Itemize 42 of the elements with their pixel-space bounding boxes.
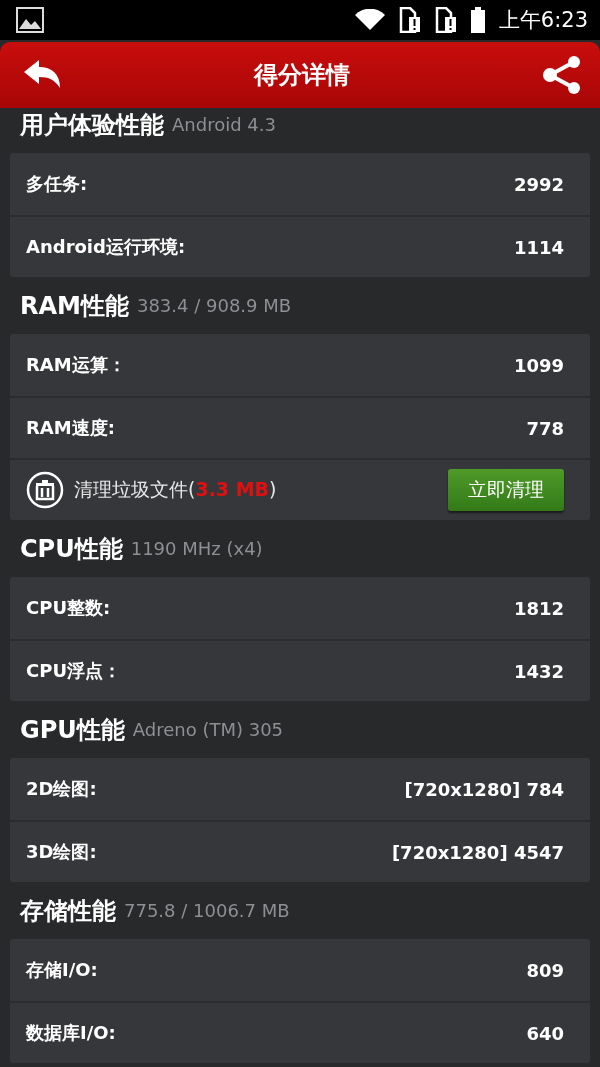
score-label: 3D绘图:: [26, 840, 97, 864]
section-subtitle: 1190 MHz (x4): [130, 538, 263, 559]
score-label: Android运行环境:: [26, 235, 186, 259]
section-title: 存储性能: [20, 895, 116, 927]
score-label: 多任务:: [26, 172, 88, 196]
section-title: RAM性能: [20, 290, 129, 322]
score-value: 1114: [513, 236, 564, 258]
section-subtitle: Android 4.3: [172, 114, 276, 135]
score-label: CPU浮点：: [26, 659, 122, 683]
sim-card-icon: [434, 7, 457, 33]
status-time: 上午6:23: [498, 7, 588, 34]
junk-files-text: 清理垃圾文件(3.3 MB): [74, 477, 278, 502]
score-label: 存储I/O:: [26, 958, 98, 982]
wifi-icon: [354, 9, 385, 31]
score-value: 640: [526, 1022, 564, 1044]
score-value: 1099: [513, 354, 564, 376]
score-label: RAM运算：: [26, 353, 126, 377]
score-value: 2992: [513, 173, 564, 195]
score-label: RAM速度:: [26, 416, 115, 440]
score-value: 1432: [513, 660, 564, 682]
section-title: CPU性能: [20, 533, 123, 565]
section-title: GPU性能: [20, 714, 125, 746]
image-icon: [16, 7, 44, 33]
share-icon[interactable]: [542, 56, 582, 94]
section-subtitle: 383.4 / 908.9 MB: [136, 295, 292, 316]
score-value: [720x1280] 4547: [391, 841, 564, 863]
clean-now-button[interactable]: 立即清理: [448, 469, 564, 511]
score-value: 778: [526, 417, 564, 439]
score-value: 809: [526, 959, 564, 981]
back-icon[interactable]: [24, 60, 62, 90]
battery-icon: [470, 7, 485, 33]
section-subtitle: 775.8 / 1006.7 MB: [124, 900, 290, 921]
score-value: 1812: [513, 597, 564, 619]
score-label: 2D绘图:: [26, 777, 97, 801]
trash-icon: [26, 471, 64, 509]
section-subtitle: Adreno (TM) 305: [132, 719, 284, 740]
page-title: 得分详情: [252, 60, 351, 91]
score-value: [720x1280] 784: [404, 778, 564, 800]
score-label: 数据库I/O:: [26, 1021, 116, 1045]
sim-card-icon: [398, 7, 421, 33]
score-label: CPU整数:: [26, 596, 111, 620]
section-title: 用户体验性能: [20, 109, 164, 141]
